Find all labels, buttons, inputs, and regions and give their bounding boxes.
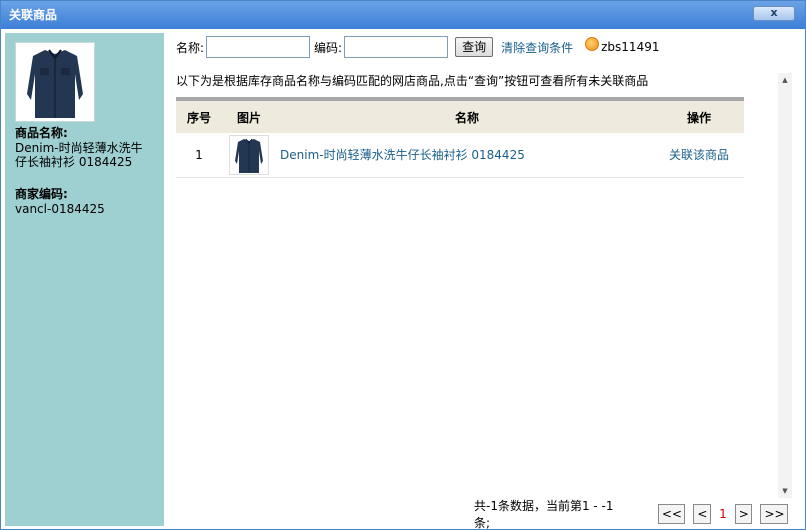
current-page[interactable]: 1	[719, 507, 727, 521]
product-info-panel: 商品名称: Denim-时尚轻薄水洗牛仔长袖衬衫 0184425 商家编码: v…	[5, 33, 164, 526]
name-search-input[interactable]	[206, 36, 311, 58]
col-header-image: 图片	[222, 97, 276, 133]
search-bar: 名称: 编码: 查询 清除查询条件 zbs11491	[176, 36, 659, 58]
col-header-seq: 序号	[176, 97, 222, 133]
row-image	[222, 133, 276, 178]
close-button[interactable]: x	[753, 6, 795, 21]
associate-product-dialog: 关联商品 x 商品名称: Denim-时尚轻薄水洗牛仔长袖衬衫 0184425 …	[0, 0, 806, 530]
table-row: 1 Denim-时尚轻薄水洗牛仔长袖衬衫 0184425 关联该商品	[176, 133, 744, 178]
shirt-thumbnail-icon[interactable]	[229, 134, 269, 175]
close-icon: x	[770, 6, 778, 19]
code-search-label: 编码:	[314, 40, 343, 55]
row-action: 关联该商品	[654, 133, 744, 178]
row-name: Denim-时尚轻薄水洗牛仔长袖衬衫 0184425	[276, 133, 654, 178]
scroll-down-icon[interactable]: ▼	[778, 484, 792, 498]
last-page-button[interactable]: >>	[760, 504, 788, 524]
dialog-title: 关联商品	[9, 8, 58, 22]
shop-indicator: zbs11491	[585, 37, 660, 54]
merchant-code-label: 商家编码:	[15, 187, 68, 201]
table-header-row: 序号 图片 名称 操作	[176, 97, 744, 133]
product-image	[15, 42, 95, 122]
clear-query-link[interactable]: 清除查询条件	[501, 39, 573, 56]
associate-product-link[interactable]: 关联该商品	[669, 148, 729, 162]
pagination: 共-1条数据，当前第1 - -1条; << < 1 > >>	[474, 499, 796, 530]
row-seq: 1	[176, 133, 222, 178]
name-search-label: 名称:	[176, 40, 205, 55]
shop-name: zbs11491	[601, 40, 660, 54]
product-table: 序号 图片 名称 操作 1 Denim-时尚轻薄水洗牛仔长袖衬衫 0184425…	[176, 97, 744, 178]
first-page-button[interactable]: <<	[657, 504, 686, 524]
notice-text: 以下为是根据库存商品名称与编码匹配的网店商品,点击“查询”按钮可查看所有未关联商…	[176, 74, 649, 88]
product-name-value: Denim-时尚轻薄水洗牛仔长袖衬衫 0184425	[15, 141, 143, 169]
query-button[interactable]: 查询	[455, 37, 494, 57]
scroll-up-icon[interactable]: ▲	[778, 73, 792, 87]
prev-page-button[interactable]: <	[693, 504, 712, 524]
main-panel: 名称: 编码: 查询 清除查询条件 zbs11491 以下为是根据库存商品名称与…	[176, 33, 796, 530]
dialog-titlebar: 关联商品 x	[1, 1, 805, 29]
pagination-info: 共-1条数据，当前第1 - -1条;	[474, 499, 614, 530]
col-header-name: 名称	[276, 97, 654, 133]
product-name-label: 商品名称:	[15, 126, 68, 140]
col-header-action: 操作	[654, 97, 744, 133]
code-search-input[interactable]	[344, 36, 449, 58]
vertical-scrollbar[interactable]: ▲ ▼	[778, 73, 792, 498]
shirt-image-icon	[27, 49, 83, 118]
row-name-link[interactable]: Denim-时尚轻薄水洗牛仔长袖衬衫 0184425	[280, 148, 525, 162]
merchant-code-value: vancl-0184425	[15, 202, 105, 216]
shop-icon	[585, 37, 600, 51]
next-page-button[interactable]: >	[734, 504, 753, 524]
